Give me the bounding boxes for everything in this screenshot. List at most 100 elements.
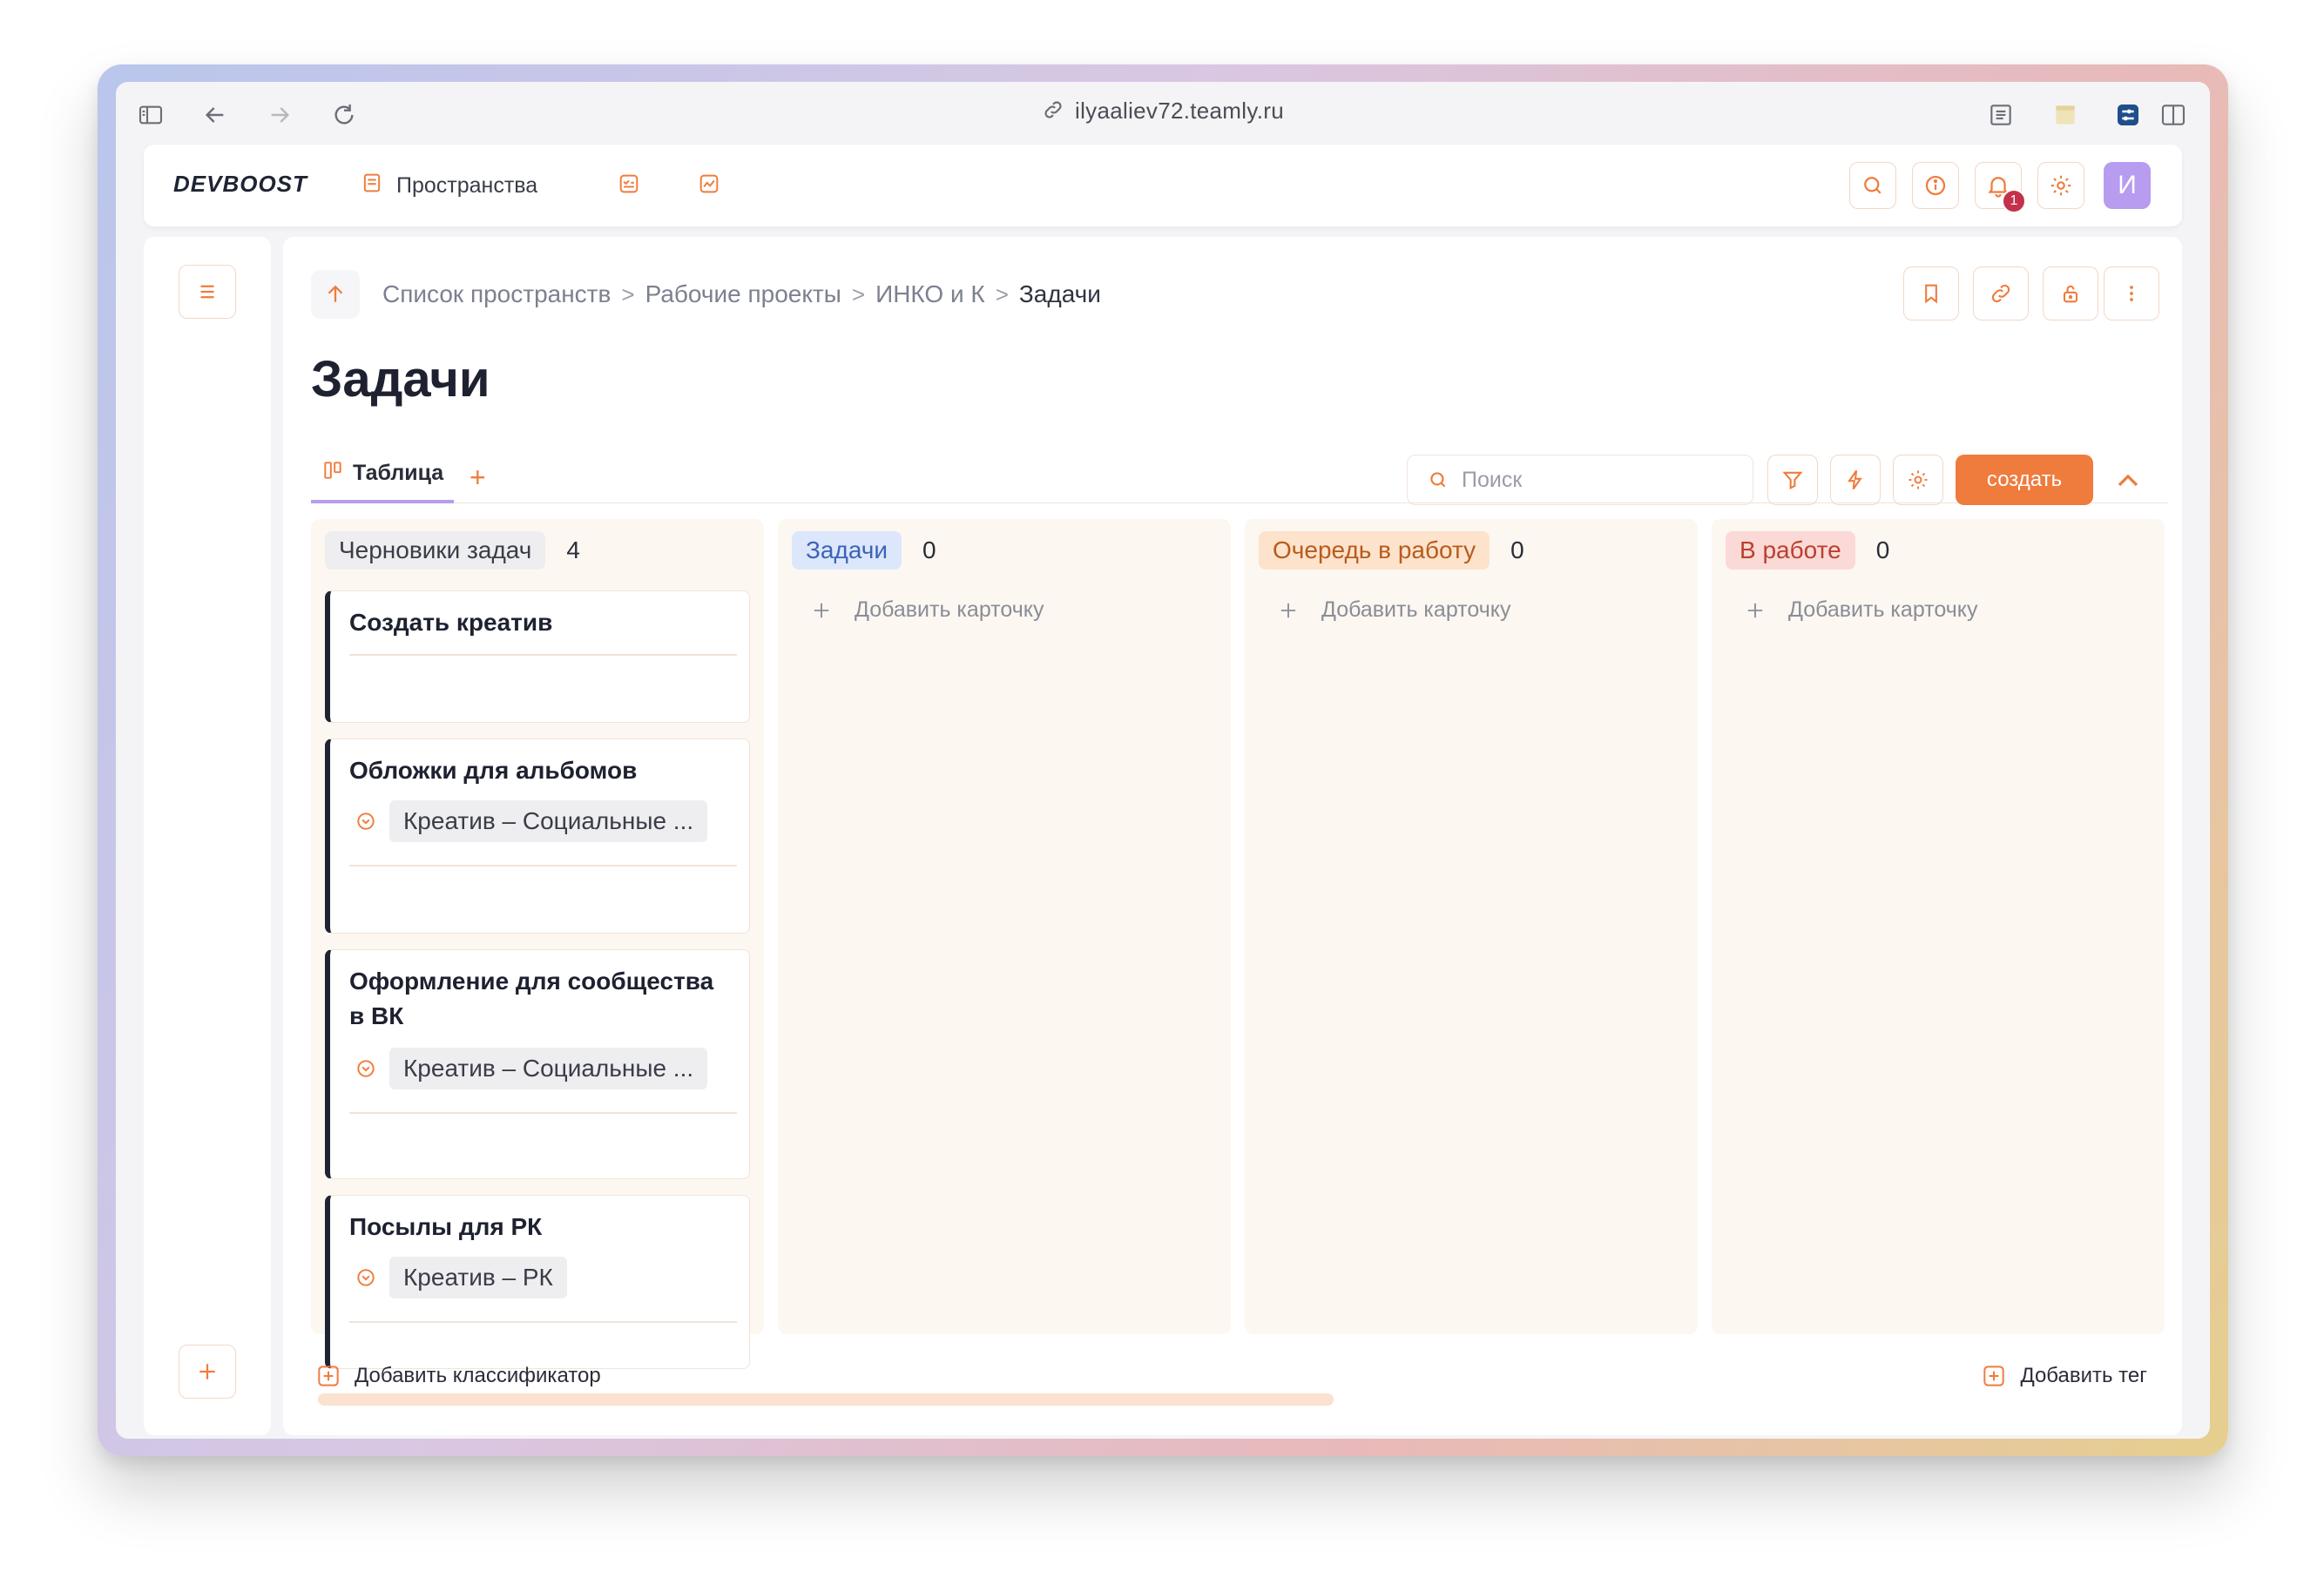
notifications-button[interactable]: 1 (1975, 162, 2026, 213)
tab-table[interactable]: Таблица (311, 446, 455, 503)
add-card-button[interactable]: Добавить карточку (1743, 597, 1977, 623)
link-icon (1042, 98, 1064, 127)
card-divider (349, 1321, 737, 1323)
automation-button[interactable] (1830, 455, 1881, 505)
go-up-button[interactable] (311, 270, 360, 319)
search-icon (1864, 177, 1881, 194)
breadcrumb-separator: > (851, 280, 866, 307)
tasks-nav-icon[interactable] (614, 169, 644, 199)
task-card[interactable]: Оформление для сообщества в ВК Креатив –… (325, 949, 750, 1179)
column-header: Задачи 0 (792, 531, 936, 570)
add-card-button[interactable]: Добавить карточку (809, 597, 1044, 623)
view-settings-button[interactable] (1893, 455, 1943, 505)
breadcrumb-item[interactable]: Рабочие проекты (645, 280, 841, 308)
sidebar-add-button[interactable] (179, 1345, 236, 1399)
card-divider (349, 865, 737, 867)
dropdown-circle-icon (357, 1269, 375, 1286)
collapse-toolbar-button[interactable] (2111, 463, 2145, 498)
reader-mode-icon[interactable] (1983, 98, 2018, 132)
column-header: Очередь в работу 0 (1259, 531, 1524, 570)
add-classifier-button[interactable]: Добавить классификатор (314, 1362, 601, 1390)
notes-extension-icon[interactable] (2048, 98, 2083, 132)
plus-icon (814, 603, 829, 617)
create-button[interactable]: создать (1956, 455, 2093, 505)
split-view-icon[interactable] (2156, 98, 2191, 132)
info-button[interactable] (1912, 162, 1959, 209)
column-title[interactable]: Черновики задач (325, 531, 546, 570)
add-tag-label: Добавить тег (2020, 1364, 2147, 1387)
card-title: Оформление для сообщества в ВК (349, 968, 714, 1029)
avatar[interactable]: И (2104, 162, 2151, 209)
gear-icon (1909, 470, 1928, 489)
search-icon (1430, 472, 1446, 488)
info-icon (1925, 175, 1946, 196)
lock-icon (2063, 285, 2078, 303)
access-button[interactable] (2043, 266, 2098, 320)
classifier-tag[interactable]: Креатив – Социальные ... (389, 1048, 708, 1089)
breadcrumb-item[interactable]: Список пространств (382, 280, 611, 308)
bookmark-button[interactable] (1903, 266, 1959, 320)
add-view-button[interactable]: + (470, 462, 486, 494)
classifier-tag[interactable]: Креатив – Социальные ... (389, 800, 708, 842)
breadcrumb: Список пространств > Рабочие проекты > И… (382, 280, 1101, 308)
view-tabs: Таблица + (311, 446, 2168, 503)
logo[interactable]: DEVBOOST (173, 171, 307, 198)
app-header: DEVBOOST Пространства 1 И (144, 145, 2182, 226)
task-card[interactable]: Посылы для РК Креатив – РК (325, 1195, 750, 1369)
column-header: Черновики задач 4 (325, 531, 580, 570)
column-title[interactable]: Очередь в работу (1259, 531, 1490, 570)
column-header: В работе 0 (1726, 531, 1889, 570)
tab-table-label: Таблица (353, 460, 444, 485)
analytics-nav-icon[interactable] (694, 169, 724, 199)
browser-toolbar: ilyaaliev72.teamly.ru (116, 82, 2210, 146)
link-icon (1991, 284, 2010, 303)
more-vertical-icon (2130, 286, 2133, 301)
board-column: В работе 0 Добавить карточку (1712, 519, 2165, 1334)
address-bar[interactable]: ilyaaliev72.teamly.ru (116, 98, 2210, 127)
settings-button[interactable] (2037, 162, 2084, 209)
dropdown-circle-icon (357, 813, 375, 830)
card-tag-row: Креатив – Социальные ... (355, 800, 708, 842)
bookmark-icon (1925, 284, 1937, 304)
nav-spaces[interactable]: Пространства (360, 171, 537, 201)
add-card-button[interactable]: Добавить карточку (1276, 597, 1510, 623)
menu-button[interactable] (179, 265, 236, 319)
column-count: 0 (1510, 536, 1524, 563)
add-classifier-label: Добавить классификатор (355, 1364, 601, 1387)
column-title[interactable]: В работе (1726, 531, 1855, 570)
dropdown-circle-icon (357, 1060, 375, 1077)
add-card-label: Добавить карточку (1788, 597, 1978, 622)
page-title: Задачи (311, 351, 490, 408)
notification-badge: 1 (2002, 189, 2026, 213)
board-column: Очередь в работу 0 Добавить карточку (1245, 519, 1698, 1334)
card-tag-row: Креатив – РК (355, 1257, 567, 1298)
spaces-icon (360, 171, 384, 201)
filter-button[interactable] (1767, 455, 1818, 505)
extension-icon[interactable] (2111, 98, 2145, 132)
column-title[interactable]: Задачи (792, 531, 902, 570)
add-tag-button[interactable]: Добавить тег (1980, 1362, 2147, 1390)
nav-spaces-label: Пространства (396, 173, 538, 198)
search-placeholder: Поиск (1462, 467, 1523, 492)
left-sidebar (144, 237, 271, 1435)
classifier-tag[interactable]: Креатив – РК (389, 1257, 567, 1298)
card-tag-row: Креатив – Социальные ... (355, 1048, 708, 1089)
main-content: Список пространств > Рабочие проекты > И… (283, 237, 2182, 1435)
copy-link-button[interactable] (1973, 266, 2029, 320)
search-button[interactable] (1849, 162, 1896, 209)
breadcrumb-item[interactable]: ИНКО и К (875, 280, 985, 308)
task-card[interactable]: Обложки для альбомов Креатив – Социальны… (325, 739, 750, 934)
task-card[interactable]: Создать креатив (325, 590, 750, 723)
gear-icon (2050, 175, 2071, 196)
plus-icon (1747, 603, 1763, 617)
browser-window: ilyaaliev72.teamly.ru DEVBOOST Пространс… (116, 82, 2210, 1439)
column-count: 0 (1875, 536, 1890, 563)
search-input[interactable]: Поиск (1407, 455, 1753, 505)
horizontal-scrollbar[interactable] (318, 1393, 1334, 1406)
board-column: Черновики задач 4 Создать креатив Обложк… (311, 519, 764, 1369)
filter-icon (1782, 471, 1803, 490)
plus-icon (1280, 603, 1296, 617)
url-text: ilyaaliev72.teamly.ru (1075, 98, 1284, 124)
more-options-button[interactable] (2104, 266, 2159, 320)
column-count: 0 (922, 536, 936, 563)
